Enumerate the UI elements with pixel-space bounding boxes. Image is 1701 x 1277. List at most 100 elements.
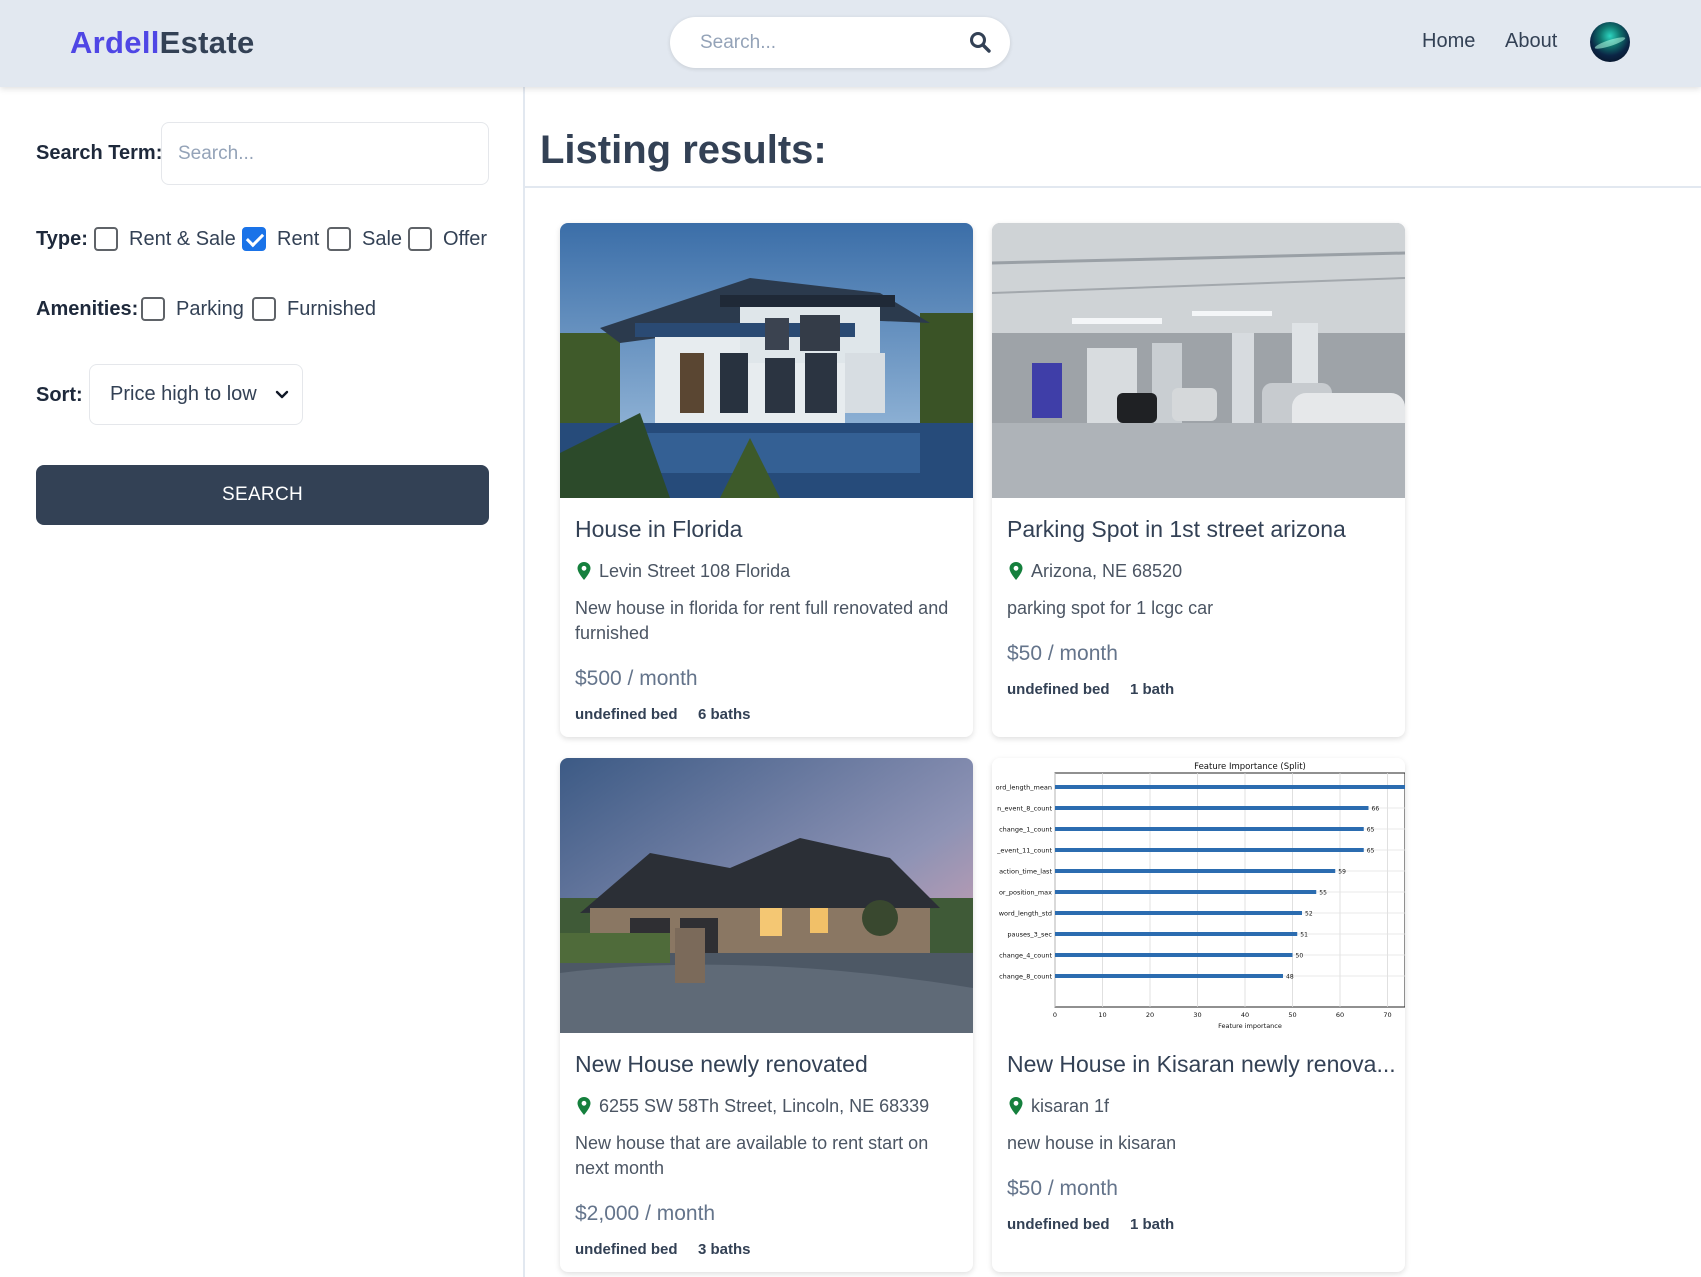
header: ArdellEstate Home About: [0, 0, 1701, 87]
checkbox-label-offer: Offer: [443, 228, 488, 250]
chart-bar: [1055, 932, 1298, 936]
listing-beds: undefined bed: [1007, 681, 1110, 698]
chart-bar: [1055, 785, 1405, 789]
checkbox-label-furnished: Furnished: [287, 298, 376, 320]
chart-feature-label: change_4_count: [999, 952, 1052, 960]
avatar[interactable]: [1590, 22, 1630, 62]
chart-value-label: 65: [1367, 848, 1375, 855]
listing-image: [560, 223, 973, 498]
listing-price: $500 / month: [575, 667, 698, 690]
listing-beds: undefined bed: [575, 1241, 678, 1258]
chart-bar: [1055, 869, 1336, 873]
listing-image: [560, 758, 973, 1033]
listing-baths: 1 bath: [1130, 681, 1175, 698]
sort-select[interactable]: Price high to low: [89, 364, 303, 425]
chart-feature-label: change_1_count: [999, 826, 1052, 834]
amenities-label: Amenities:: [36, 298, 139, 320]
checkbox-rent-and-sale[interactable]: [94, 227, 118, 251]
chart-bar: [1055, 890, 1317, 894]
page-title: Listing results:: [540, 128, 827, 172]
location-pin-icon: [1009, 562, 1023, 580]
logo-part-estate: Estate: [159, 25, 255, 60]
nav-home-link[interactable]: Home: [1422, 30, 1475, 53]
chart-bar: [1055, 953, 1293, 957]
listing-title: House in Florida: [575, 516, 743, 542]
search-button[interactable]: SEARCH: [36, 465, 489, 525]
chart-title: Feature Importance (Split): [1194, 762, 1306, 772]
chart-bar: [1055, 806, 1369, 810]
listing-price: $2,000 / month: [575, 1202, 716, 1225]
chart-value-label: 65: [1367, 827, 1375, 834]
chart-value-label: 66: [1372, 806, 1380, 813]
chart-feature-label: n_event_8_count: [997, 805, 1052, 813]
chart-tick-label: 60: [1336, 1011, 1344, 1019]
chart-bar: [1055, 911, 1302, 915]
search-icon[interactable]: [968, 30, 992, 54]
listing-image: [992, 223, 1405, 498]
listing-card[interactable]: New House newly renovated 6255 SW 58Th S…: [560, 758, 973, 1272]
chart-feature-label: change_8_count: [999, 973, 1052, 981]
listing-baths: 3 baths: [698, 1241, 751, 1258]
chart-tick-label: 40: [1241, 1011, 1249, 1019]
chart-bar: [1055, 848, 1364, 852]
listing-beds: undefined bed: [1007, 1216, 1110, 1233]
listing-title: New House newly renovated: [575, 1051, 868, 1077]
listing-price: $50 / month: [1007, 1177, 1118, 1200]
header-search-input[interactable]: [700, 29, 950, 57]
checkbox-label-sale: Sale: [362, 228, 403, 250]
sort-label: Sort:: [36, 384, 83, 406]
logo[interactable]: ArdellEstate: [70, 24, 255, 62]
listing-price: $50 / month: [1007, 642, 1118, 665]
chart-feature-label: or_position_max: [999, 889, 1052, 897]
chart-tick-label: 30: [1193, 1011, 1201, 1019]
chart-value-label: 55: [1319, 890, 1327, 897]
chart-feature-label: ord_length_mean: [996, 784, 1052, 792]
listing-card[interactable]: Feature Importance (Split) ord_length_me…: [992, 758, 1405, 1272]
chart-value-label: 52: [1305, 911, 1313, 918]
checkbox-parking[interactable]: [141, 297, 165, 321]
listing-title: Parking Spot in 1st street arizona: [1007, 516, 1346, 542]
logo-part-ardell: Ardell: [70, 25, 160, 60]
listing-address: kisaran 1f: [1031, 1096, 1110, 1116]
listing-beds: undefined bed: [575, 706, 678, 723]
checkbox-sale[interactable]: [327, 227, 351, 251]
listing-baths: 6 baths: [698, 706, 751, 723]
chart-tick-label: 70: [1383, 1011, 1391, 1019]
chart-feature-label: word_length_std: [999, 910, 1052, 918]
listing-description: new house in kisaran: [1007, 1133, 1177, 1153]
divider: [525, 186, 1701, 188]
chart-feature-label: _event_11_count: [996, 847, 1052, 855]
listing-image: Feature Importance (Split) ord_length_me…: [992, 758, 1405, 1033]
checkbox-offer[interactable]: [408, 227, 432, 251]
chart-value-label: 59: [1338, 869, 1346, 876]
chart-bar: [1055, 974, 1283, 978]
checkbox-label-parking: Parking: [176, 298, 244, 320]
filter-sidebar: Search Term: Type: Rent & Sale Rent Sale…: [0, 87, 525, 1277]
listing-card[interactable]: Parking Spot in 1st street arizona Arizo…: [992, 223, 1405, 737]
search-term-label: Search Term:: [36, 142, 163, 164]
chart-feature-label: pauses_3_sec: [1007, 931, 1052, 939]
listing-description: parking spot for 1 lcgc car: [1007, 598, 1214, 618]
checkbox-rent[interactable]: [242, 227, 266, 251]
chart-value-label: 48: [1286, 974, 1294, 981]
chart-tick-label: 10: [1098, 1011, 1106, 1019]
listing-address: Arizona, NE 68520: [1031, 561, 1183, 581]
header-search-bar: [670, 17, 1010, 68]
listing-card[interactable]: House in Florida Levin Street 108 Florid…: [560, 223, 973, 737]
search-term-input[interactable]: [161, 122, 489, 185]
location-pin-icon: [577, 1097, 591, 1115]
chart-tick-label: 0: [1053, 1011, 1057, 1019]
chart-feature-label: action_time_last: [999, 868, 1052, 876]
checkbox-label-rent: Rent: [277, 228, 320, 250]
location-pin-icon: [577, 562, 591, 580]
checkbox-furnished[interactable]: [252, 297, 276, 321]
listing-title: New House in Kisaran newly renova...: [1007, 1051, 1396, 1077]
chart-bar: [1055, 827, 1364, 831]
checkbox-label-rent-and-sale: Rent & Sale: [129, 228, 236, 250]
listing-baths: 1 bath: [1130, 1216, 1175, 1233]
listing-address: 6255 SW 58Th Street, Lincoln, NE 68339: [599, 1096, 930, 1116]
chart-tick-label: 20: [1146, 1011, 1154, 1019]
chart-value-label: 50: [1296, 953, 1304, 960]
chart-tick-label: 50: [1288, 1011, 1296, 1019]
nav-about-link[interactable]: About: [1505, 30, 1557, 53]
